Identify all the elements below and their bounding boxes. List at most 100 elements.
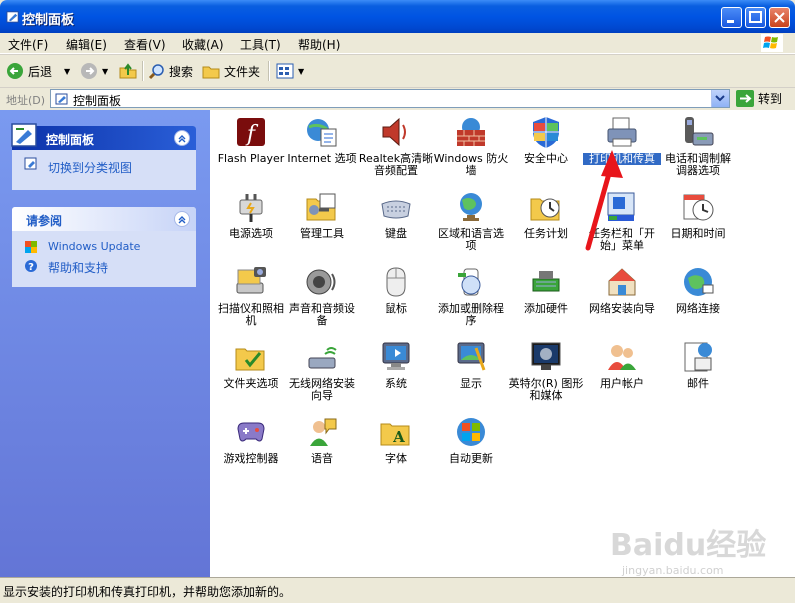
forward-arrow-icon — [81, 63, 97, 79]
search-icon — [148, 63, 164, 79]
power-icon — [239, 194, 263, 222]
control-panel-item[interactable]: 显示 — [432, 340, 510, 390]
control-panel-item[interactable]: 任务计划 — [507, 190, 585, 240]
go-label: 转到 — [758, 92, 783, 106]
up-folder-button[interactable] — [118, 60, 138, 82]
control-panel-item-label: 无线网络安装向导 — [289, 377, 355, 402]
control-panel-item[interactable]: 打印机和传真 — [583, 115, 661, 165]
control-panel-item-label: 键盘 — [385, 227, 407, 240]
search-button[interactable]: 搜索 — [148, 60, 193, 82]
see-also-section-header[interactable]: 请参阅 — [12, 207, 196, 231]
menu-view[interactable]: 查看(V) — [124, 36, 166, 53]
control-panel-item-label: Internet 选项 — [287, 152, 357, 165]
keyboard-icon — [381, 200, 411, 219]
control-panel-item-label: 网络连接 — [676, 302, 720, 315]
views-button[interactable]: ▼ — [276, 60, 304, 82]
control-panel-item[interactable]: 管理工具 — [283, 190, 361, 240]
maximize-button[interactable] — [745, 7, 766, 28]
menu-edit[interactable]: 编辑(E) — [66, 36, 107, 53]
control-panel-item[interactable]: 用户帐户 — [583, 340, 661, 390]
address-field[interactable]: 控制面板 — [50, 89, 730, 108]
control-panel-item[interactable]: 系统 — [357, 340, 435, 390]
windows-update-link[interactable]: Windows Update — [48, 240, 140, 253]
control-panel-item[interactable]: 电话和调制解调器选项 — [659, 115, 737, 177]
help-and-support-link[interactable]: 帮助和支持 — [48, 259, 108, 276]
forward-button[interactable]: ▼ — [80, 60, 108, 82]
menu-bar: 文件(F) 编辑(E) 查看(V) 收藏(A) 工具(T) 帮助(H) — [0, 33, 795, 54]
control-panel-item-label: 语音 — [311, 452, 333, 465]
minimize-button[interactable] — [721, 7, 742, 28]
control-panel-section-header[interactable]: 控制面板 — [11, 123, 196, 150]
collapse-chevron-icon[interactable] — [174, 211, 190, 227]
toolbar-separator — [268, 61, 270, 81]
add-remove-icon — [458, 268, 481, 296]
svg-text:A: A — [392, 428, 405, 446]
control-panel-item[interactable]: 自动更新 — [432, 415, 510, 465]
control-panel-item-label: 网络安装向导 — [589, 302, 655, 315]
go-button[interactable]: 转到 — [736, 90, 782, 107]
control-panel-item[interactable]: 语音 — [283, 415, 361, 465]
control-panel-item[interactable]: 英特尔(R) 图形和媒体 — [507, 340, 585, 402]
control-panel-item[interactable]: 邮件 — [659, 340, 737, 390]
control-panel-item[interactable]: 网络安装向导 — [583, 265, 661, 315]
status-text: 显示安装的打印机和传真打印机，并帮助您添加新的。 — [3, 585, 292, 599]
menu-favorites[interactable]: 收藏(A) — [182, 36, 224, 53]
control-panel-item[interactable]: Realtek高清晰音频配置 — [357, 115, 435, 177]
control-panel-item[interactable]: 安全中心 — [507, 115, 585, 165]
back-button[interactable]: 后退 ▼ — [6, 60, 70, 82]
firewall-icon — [457, 118, 485, 146]
control-panel-item[interactable]: 文件夹选项 — [212, 340, 290, 390]
control-panel-item[interactable]: Windows 防火墙 — [432, 115, 510, 177]
control-panel-item[interactable]: 扫描仪和照相机 — [212, 265, 290, 327]
toolbar: 后退 ▼ ▼ 搜索 文件夹 ▼ — [0, 54, 795, 87]
game-controller-icon — [237, 422, 265, 442]
control-panel-item-label: Windows 防火墙 — [433, 152, 509, 177]
mouse-icon — [386, 267, 406, 297]
address-dropdown-button[interactable] — [711, 90, 729, 107]
close-button[interactable] — [769, 7, 790, 28]
flash-icon: f — [237, 118, 265, 147]
windows-logo-icon — [761, 34, 783, 52]
see-also-section: 请参阅 Windows Update ? 帮助和支持 — [12, 207, 196, 287]
back-dropdown-icon[interactable]: ▼ — [64, 67, 70, 76]
folders-button[interactable]: 文件夹 — [202, 60, 260, 82]
control-panel-item[interactable]: 鼠标 — [357, 265, 435, 315]
folder-options-icon — [235, 348, 265, 371]
maximize-icon — [749, 11, 762, 23]
folder-icon — [202, 66, 220, 79]
sound-icon — [306, 269, 336, 295]
datetime-icon — [683, 194, 714, 221]
control-panel-item[interactable]: 电源选项 — [212, 190, 290, 240]
control-panel-item[interactable]: 声音和音频设备 — [283, 265, 361, 327]
menu-file[interactable]: 文件(F) — [8, 36, 48, 53]
search-label: 搜索 — [169, 64, 194, 79]
control-panel-item-label: 电话和调制解调器选项 — [665, 152, 731, 177]
control-panel-item[interactable]: 键盘 — [357, 190, 435, 240]
control-panel-item[interactable]: 网络连接 — [659, 265, 737, 315]
control-panel-item-label: 字体 — [385, 452, 407, 465]
title-bar[interactable]: 控制面板 — [0, 0, 795, 33]
control-panel-item[interactable]: 无线网络安装向导 — [283, 340, 361, 402]
menu-help[interactable]: 帮助(H) — [298, 36, 340, 53]
auto-update-icon — [457, 418, 485, 446]
switch-to-category-view-link[interactable]: 切换到分类视图 — [48, 159, 132, 176]
forward-dropdown-icon[interactable]: ▼ — [102, 67, 108, 76]
scheduled-tasks-icon — [530, 198, 560, 221]
menu-tools[interactable]: 工具(T) — [240, 36, 281, 53]
control-panel-item[interactable]: 添加硬件 — [507, 265, 585, 315]
control-panel-item[interactable]: Internet 选项 — [283, 115, 361, 165]
control-panel-item-label: 系统 — [385, 377, 407, 390]
collapse-chevron-icon[interactable] — [174, 130, 190, 146]
control-panel-item[interactable]: 添加或删除程序 — [432, 265, 510, 327]
phone-modem-icon — [685, 117, 714, 146]
control-panel-item[interactable]: A 字体 — [357, 415, 435, 465]
watermark: Baidu经验 jingyan.baidu.com — [610, 520, 780, 580]
control-panel-item[interactable]: 游戏控制器 — [212, 415, 290, 465]
control-panel-item[interactable]: 任务栏和「开始」菜单 — [583, 190, 661, 252]
control-panel-item-label: 自动更新 — [449, 452, 493, 465]
control-panel-item[interactable]: f Flash Player — [212, 115, 290, 165]
display-icon — [457, 342, 486, 371]
control-panel-item[interactable]: 区域和语言选项 — [432, 190, 510, 252]
control-panel-item-label: 游戏控制器 — [223, 452, 279, 465]
control-panel-item[interactable]: 日期和时间 — [659, 190, 737, 240]
